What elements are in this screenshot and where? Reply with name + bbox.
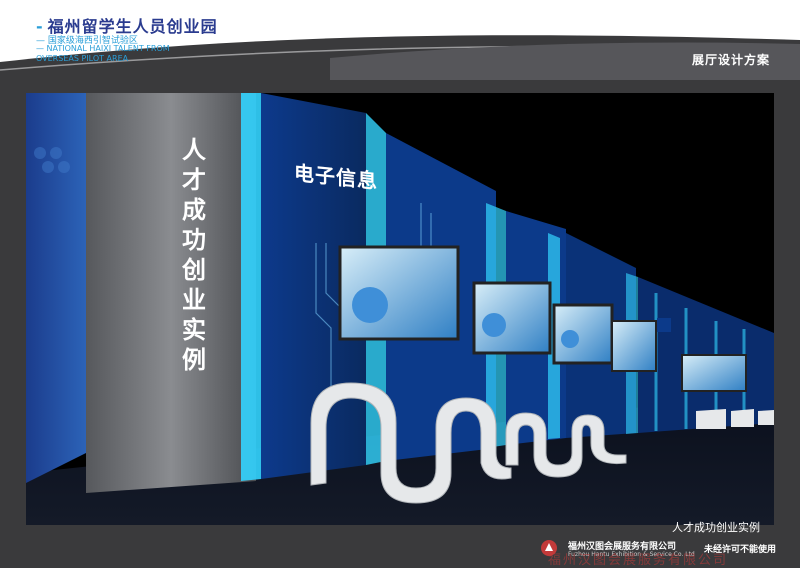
vertical-sign-char: 功 bbox=[182, 226, 206, 254]
vertical-sign-char: 例 bbox=[182, 346, 206, 374]
vertical-sign-char: 才 bbox=[182, 166, 206, 194]
watermark-text: 福州汉图会展服务有限公司 bbox=[548, 553, 729, 568]
exhibition-wall-illustration bbox=[26, 93, 774, 525]
subtitle-en: — NATIONAL HAIXI TALENT FROM OVERSEAS PIL… bbox=[36, 44, 170, 63]
header-bar: - 福州留学生人员创业园 — 国家级海西引智试验区 — NATIONAL HAIX… bbox=[0, 0, 800, 80]
exhibition-render: 人 才 成 功 创 业 实 例 电子信息 bbox=[26, 93, 774, 525]
vertical-sign-char: 创 bbox=[182, 256, 206, 284]
section-label: 展厅设计方案 bbox=[691, 53, 770, 67]
vertical-sign-char: 成 bbox=[182, 196, 206, 224]
vertical-sign-char: 业 bbox=[182, 286, 206, 314]
vertical-sign-char: 实 bbox=[182, 316, 206, 344]
vertical-sign: 人 才 成 功 创 业 实 例 bbox=[176, 135, 212, 375]
vertical-sign-char: 人 bbox=[182, 136, 206, 164]
scene-caption: 人才成功创业实例 bbox=[672, 521, 760, 534]
